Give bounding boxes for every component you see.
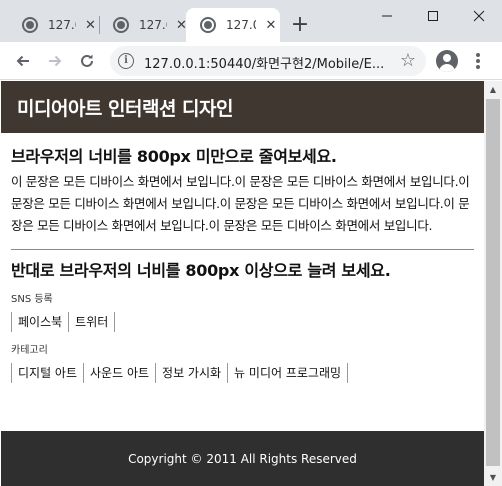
globe-icon xyxy=(22,17,38,33)
divider xyxy=(11,249,474,250)
browser-tab[interactable]: 127.0 ✕ xyxy=(99,8,188,42)
address-bar[interactable]: i 127.0.0.1:50440/화면구현2/Mobile/E... ☆ xyxy=(110,46,426,76)
copyright-text: Copyright © 2011 All Rights Reserved xyxy=(128,451,357,466)
url-text[interactable]: 127.0.0.1:50440/화면구현2/Mobile/E... xyxy=(144,53,390,72)
body-paragraph: 이 문장은 모든 디바이스 화면에서 보입니다.이 문장은 모든 디바이스 화면… xyxy=(11,174,470,233)
sns-caption: SNS 등록 xyxy=(11,294,53,305)
category-link-sound-art[interactable]: 사운드 아트 xyxy=(83,363,155,383)
maximize-icon xyxy=(428,11,438,21)
globe-icon xyxy=(113,17,129,33)
category-nav: 디지털 아트 사운드 아트 정보 가시화 뉴 미디어 프로그래밍 xyxy=(11,363,484,383)
category-link-visualization[interactable]: 정보 가시화 xyxy=(155,363,227,383)
tab-title: 127.0 xyxy=(226,18,256,32)
page-content: 미디어아트 인터랙션 디자인 브라우저의 너비를 800px 미만으로 줄여보세… xyxy=(1,81,484,486)
browser-tab[interactable]: 127.0 ✕ xyxy=(8,8,97,42)
scrollbar-thumb[interactable] xyxy=(486,99,500,466)
page-viewport: 미디어아트 인터랙션 디자인 브라우저의 너비를 800px 미만으로 줄여보세… xyxy=(0,81,502,486)
minimize-icon xyxy=(382,15,392,17)
minimize-button[interactable] xyxy=(364,0,410,32)
tab-strip: 127.0 ✕ 127.0 ✕ 127.0 ✕ + xyxy=(0,0,502,42)
category-link-new-media[interactable]: 뉴 미디어 프로그래밍 xyxy=(227,363,349,383)
new-tab-button[interactable]: + xyxy=(288,12,312,38)
close-window-button[interactable] xyxy=(456,0,502,32)
category-link-digital-art[interactable]: 디지털 아트 xyxy=(11,363,83,383)
info-icon[interactable]: i xyxy=(118,53,134,69)
tab-title: 127.0 xyxy=(139,18,167,32)
heading-narrow: 브라우저의 너비를 800px 미만으로 줄여보세요. xyxy=(11,147,337,166)
reload-icon xyxy=(81,54,93,67)
site-title: 미디어아트 인터랙션 디자인 xyxy=(17,97,234,120)
sns-nav: 페이스북 트위터 xyxy=(11,312,484,332)
close-tab-icon[interactable]: ✕ xyxy=(264,18,278,33)
browser-toolbar: i 127.0.0.1:50440/화면구현2/Mobile/E... ☆ xyxy=(0,42,502,80)
reload-button[interactable] xyxy=(74,48,100,74)
heading-wide: 반대로 브라우저의 너비를 800px 이상으로 늘려 보세요. xyxy=(11,261,391,280)
tab-title: 127.0 xyxy=(48,18,76,32)
sns-link-twitter[interactable]: 트위터 xyxy=(68,312,116,332)
globe-icon xyxy=(200,17,216,33)
forward-arrow-icon xyxy=(49,55,62,67)
browser-tab-active[interactable]: 127.0 ✕ xyxy=(186,8,280,42)
vertical-scrollbar[interactable]: ▲ ▼ xyxy=(484,81,502,486)
sns-link-facebook[interactable]: 페이스북 xyxy=(11,312,68,332)
site-footer: Copyright © 2011 All Rights Reserved xyxy=(1,431,484,486)
scroll-down-arrow-icon[interactable]: ▼ xyxy=(484,469,502,486)
close-icon xyxy=(473,10,485,22)
site-header: 미디어아트 인터랙션 디자인 xyxy=(1,81,484,133)
category-caption: 카테고리 xyxy=(11,345,48,356)
bookmark-star-icon[interactable]: ☆ xyxy=(400,50,416,71)
kebab-menu-icon[interactable] xyxy=(473,51,483,71)
forward-button[interactable] xyxy=(42,48,68,74)
profile-icon[interactable] xyxy=(436,50,458,72)
close-tab-icon[interactable]: ✕ xyxy=(84,18,97,33)
back-button[interactable] xyxy=(10,48,36,74)
scroll-up-arrow-icon[interactable]: ▲ xyxy=(484,81,502,98)
maximize-button[interactable] xyxy=(410,0,456,32)
back-arrow-icon xyxy=(16,55,29,67)
